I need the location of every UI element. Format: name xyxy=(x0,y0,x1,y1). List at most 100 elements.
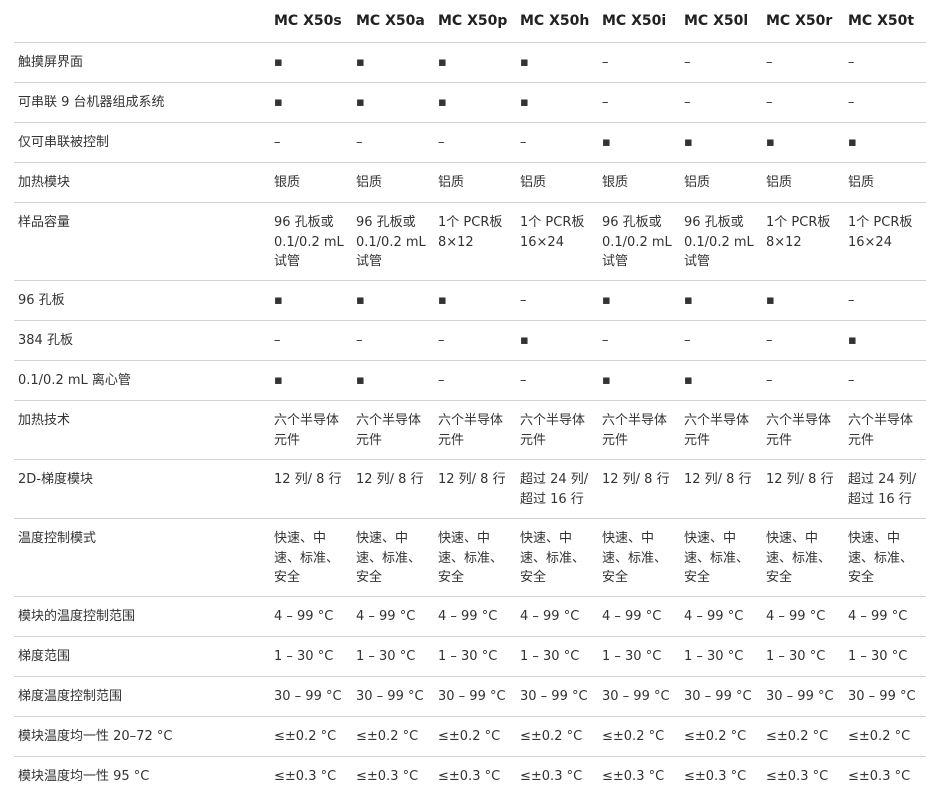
table-row: 加热技术六个半导体 元件六个半导体 元件六个半导体 元件六个半导体 元件六个半导… xyxy=(14,401,926,460)
table-cell: ▪ xyxy=(352,281,434,321)
table-row: 模块温度均一性 20–72 °C≤±0.2 °C≤±0.2 °C≤±0.2 °C… xyxy=(14,717,926,757)
table-cell: ▪ xyxy=(352,83,434,123)
table-cell: – xyxy=(434,123,516,163)
table-cell: ▪ xyxy=(434,43,516,83)
table-row: 触摸屏界面▪▪▪▪–––– xyxy=(14,43,926,83)
table-cell: 1个 PCR板 16×24 xyxy=(844,203,926,281)
table-cell: 快速、中 速、标准、 安全 xyxy=(516,519,598,597)
table-cell: 4 – 99 °C xyxy=(762,597,844,637)
table-cell: ≤±0.2 °C xyxy=(598,717,680,757)
column-header-mc-x50t: MC X50t xyxy=(844,0,926,43)
spec-table-body: 触摸屏界面▪▪▪▪––––可串联 9 台机器组成系统▪▪▪▪––––仅可串联被控… xyxy=(14,43,926,796)
column-header-mc-x50s: MC X50s xyxy=(270,0,352,43)
table-cell: ▪ xyxy=(270,281,352,321)
table-cell: ▪ xyxy=(680,281,762,321)
table-cell: 12 列/ 8 行 xyxy=(680,460,762,519)
table-cell: 银质 xyxy=(598,163,680,203)
row-label: 模块温度均一性 95 °C xyxy=(14,757,270,796)
table-cell: 六个半导体 元件 xyxy=(516,401,598,460)
row-label: 样品容量 xyxy=(14,203,270,281)
table-cell: 铝质 xyxy=(762,163,844,203)
table-cell: 超过 24 列/ 超过 16 行 xyxy=(516,460,598,519)
table-row: 温度控制模式快速、中 速、标准、 安全快速、中 速、标准、 安全快速、中 速、标… xyxy=(14,519,926,597)
table-cell: ≤±0.2 °C xyxy=(270,717,352,757)
table-cell: ▪ xyxy=(434,281,516,321)
table-cell: ▪ xyxy=(352,361,434,401)
row-label: 温度控制模式 xyxy=(14,519,270,597)
table-cell: ▪ xyxy=(844,321,926,361)
table-cell: 12 列/ 8 行 xyxy=(762,460,844,519)
table-cell: – xyxy=(598,321,680,361)
table-cell: 1 – 30 °C xyxy=(762,637,844,677)
row-label: 模块的温度控制范围 xyxy=(14,597,270,637)
table-row: 384 孔板–––▪–––▪ xyxy=(14,321,926,361)
table-cell: 4 – 99 °C xyxy=(270,597,352,637)
table-cell: ≤±0.3 °C xyxy=(680,757,762,796)
table-cell: – xyxy=(762,361,844,401)
table-cell: 30 – 99 °C xyxy=(516,677,598,717)
table-cell: 30 – 99 °C xyxy=(598,677,680,717)
table-cell: 12 列/ 8 行 xyxy=(598,460,680,519)
table-cell: 1 – 30 °C xyxy=(598,637,680,677)
table-cell: ▪ xyxy=(352,43,434,83)
row-label: 触摸屏界面 xyxy=(14,43,270,83)
table-cell: 30 – 99 °C xyxy=(352,677,434,717)
table-cell: 1个 PCR板 8×12 xyxy=(762,203,844,281)
table-cell: 30 – 99 °C xyxy=(680,677,762,717)
table-cell: ≤±0.3 °C xyxy=(762,757,844,796)
table-cell: – xyxy=(516,281,598,321)
table-cell: ≤±0.3 °C xyxy=(352,757,434,796)
table-cell: ▪ xyxy=(270,361,352,401)
table-cell: 铝质 xyxy=(680,163,762,203)
table-row: 模块温度均一性 95 °C≤±0.3 °C≤±0.3 °C≤±0.3 °C≤±0… xyxy=(14,757,926,796)
table-cell: 4 – 99 °C xyxy=(434,597,516,637)
column-header-mc-x50l: MC X50l xyxy=(680,0,762,43)
table-cell: 4 – 99 °C xyxy=(598,597,680,637)
column-header-mc-x50i: MC X50i xyxy=(598,0,680,43)
row-label: 加热技术 xyxy=(14,401,270,460)
table-cell: ▪ xyxy=(680,361,762,401)
table-cell: ≤±0.3 °C xyxy=(844,757,926,796)
table-cell: ≤±0.2 °C xyxy=(434,717,516,757)
table-cell: – xyxy=(844,43,926,83)
table-cell: 银质 xyxy=(270,163,352,203)
table-row: 可串联 9 台机器组成系统▪▪▪▪–––– xyxy=(14,83,926,123)
table-cell: ▪ xyxy=(680,123,762,163)
table-cell: 超过 24 列/ 超过 16 行 xyxy=(844,460,926,519)
table-cell: ≤±0.3 °C xyxy=(434,757,516,796)
table-cell: 六个半导体 元件 xyxy=(680,401,762,460)
table-cell: ▪ xyxy=(598,361,680,401)
column-header-mc-x50h: MC X50h xyxy=(516,0,598,43)
table-cell: – xyxy=(434,361,516,401)
column-header-feature xyxy=(14,0,270,43)
table-cell: – xyxy=(598,43,680,83)
table-row: 96 孔板▪▪▪–▪▪▪– xyxy=(14,281,926,321)
table-cell: ≤±0.3 °C xyxy=(270,757,352,796)
table-cell: 快速、中 速、标准、 安全 xyxy=(844,519,926,597)
table-cell: 1个 PCR板 16×24 xyxy=(516,203,598,281)
table-cell: 96 孔板或 0.1/0.2 mL 试管 xyxy=(270,203,352,281)
table-cell: 铝质 xyxy=(434,163,516,203)
table-cell: 六个半导体 元件 xyxy=(270,401,352,460)
table-cell: ▪ xyxy=(844,123,926,163)
table-cell: 4 – 99 °C xyxy=(352,597,434,637)
table-cell: ▪ xyxy=(598,281,680,321)
table-cell: 六个半导体 元件 xyxy=(598,401,680,460)
table-cell: ▪ xyxy=(516,83,598,123)
table-cell: 铝质 xyxy=(516,163,598,203)
table-cell: 4 – 99 °C xyxy=(680,597,762,637)
table-cell: – xyxy=(680,83,762,123)
row-label: 梯度温度控制范围 xyxy=(14,677,270,717)
table-cell: 1 – 30 °C xyxy=(352,637,434,677)
row-label: 仅可串联被控制 xyxy=(14,123,270,163)
table-cell: – xyxy=(352,123,434,163)
table-cell: 1 – 30 °C xyxy=(516,637,598,677)
table-cell: 快速、中 速、标准、 安全 xyxy=(680,519,762,597)
table-cell: 快速、中 速、标准、 安全 xyxy=(270,519,352,597)
table-cell: 30 – 99 °C xyxy=(844,677,926,717)
table-cell: 快速、中 速、标准、 安全 xyxy=(762,519,844,597)
table-cell: ≤±0.2 °C xyxy=(516,717,598,757)
row-label: 2D-梯度模块 xyxy=(14,460,270,519)
table-cell: 1 – 30 °C xyxy=(844,637,926,677)
table-row: 加热模块银质铝质铝质铝质银质铝质铝质铝质 xyxy=(14,163,926,203)
